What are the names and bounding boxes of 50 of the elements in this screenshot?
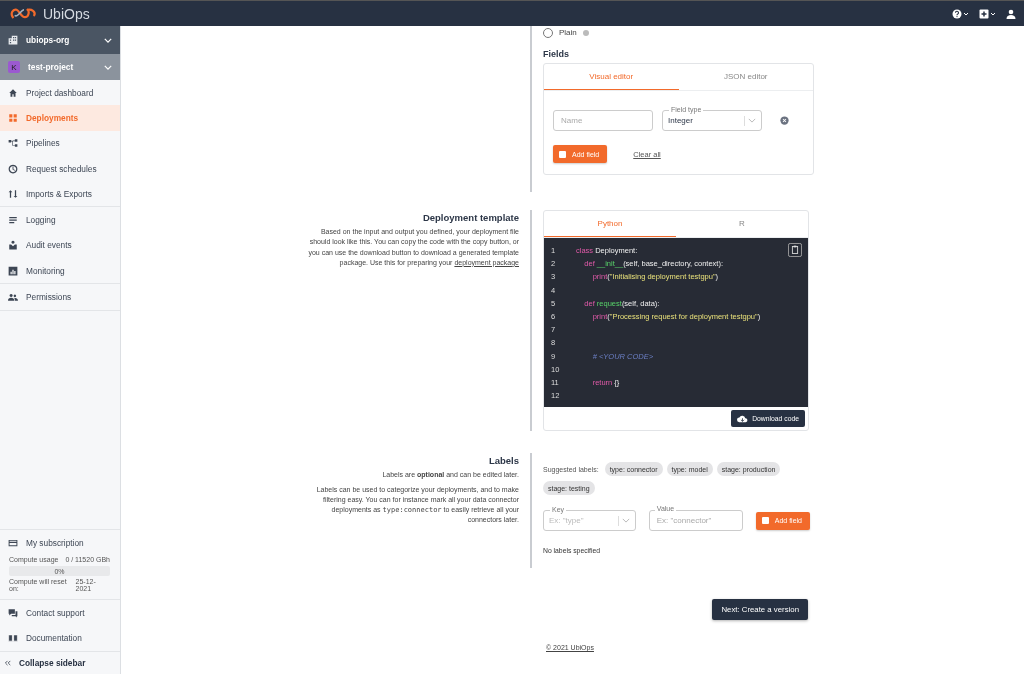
app-name: UbiOps xyxy=(43,5,90,22)
clock-icon xyxy=(8,163,18,174)
collapse-sidebar-button[interactable]: Collapse sidebar xyxy=(0,652,120,674)
radio-button[interactable] xyxy=(543,27,553,38)
organization-selector[interactable]: ubiops-org xyxy=(0,26,120,54)
arrows-icon xyxy=(8,188,18,199)
chat-icon xyxy=(8,608,18,619)
copy-icon[interactable] xyxy=(788,243,802,257)
chart-icon xyxy=(8,265,18,276)
lines-icon xyxy=(8,215,18,226)
subscription-link[interactable]: My subscription xyxy=(0,530,120,556)
logo-icon xyxy=(10,7,38,20)
sidebar-item[interactable]: Logging xyxy=(0,207,120,233)
section-title: Labels xyxy=(487,455,519,467)
chevron-icon xyxy=(104,64,112,70)
sidebar-item[interactable]: Project dashboard xyxy=(0,80,120,106)
project-selector[interactable]: K test-project xyxy=(0,54,120,80)
chevron-icon xyxy=(621,518,630,524)
value-field[interactable]: Ex: "connector" xyxy=(648,510,743,532)
building-icon xyxy=(8,35,18,45)
chevron-icon xyxy=(104,37,112,43)
cloud-download-icon xyxy=(737,414,749,423)
help-menu-button[interactable] xyxy=(952,8,970,19)
people-icon xyxy=(8,292,18,302)
sidebar-item[interactable]: Pipelines xyxy=(0,130,120,156)
add-menu-button[interactable] xyxy=(979,8,997,19)
sidebar-item[interactable]: Permissions xyxy=(0,284,120,310)
nodes-icon xyxy=(8,138,18,149)
name-field[interactable]: Name xyxy=(553,110,653,131)
home-icon xyxy=(8,87,18,98)
person-icon xyxy=(8,240,18,251)
card-icon xyxy=(8,537,18,548)
radio-label: Plain xyxy=(559,28,577,37)
sidebar-link[interactable]: Contact support xyxy=(0,600,120,626)
project-avatar: K xyxy=(8,61,20,73)
double-chevron-icon xyxy=(4,660,11,666)
user-icon[interactable] xyxy=(1006,8,1016,19)
grid-icon xyxy=(8,112,18,123)
help-icon xyxy=(582,29,589,36)
fields-title: Fields xyxy=(543,49,570,59)
editor-tab[interactable]: JSON editor xyxy=(678,64,813,90)
sidebar-item[interactable]: Monitoring xyxy=(0,258,120,284)
remove-icon[interactable] xyxy=(780,116,789,125)
sidebar-item[interactable]: Imports & Exports xyxy=(0,181,120,207)
chevron-icon xyxy=(748,118,756,123)
language-tab[interactable]: R xyxy=(676,211,808,237)
sidebar-link[interactable]: Documentation xyxy=(0,625,120,651)
sidebar-item[interactable]: Request schedules xyxy=(0,155,120,182)
sidebar-item[interactable]: Audit events xyxy=(0,232,120,259)
section-title: Deployment template xyxy=(421,212,519,223)
